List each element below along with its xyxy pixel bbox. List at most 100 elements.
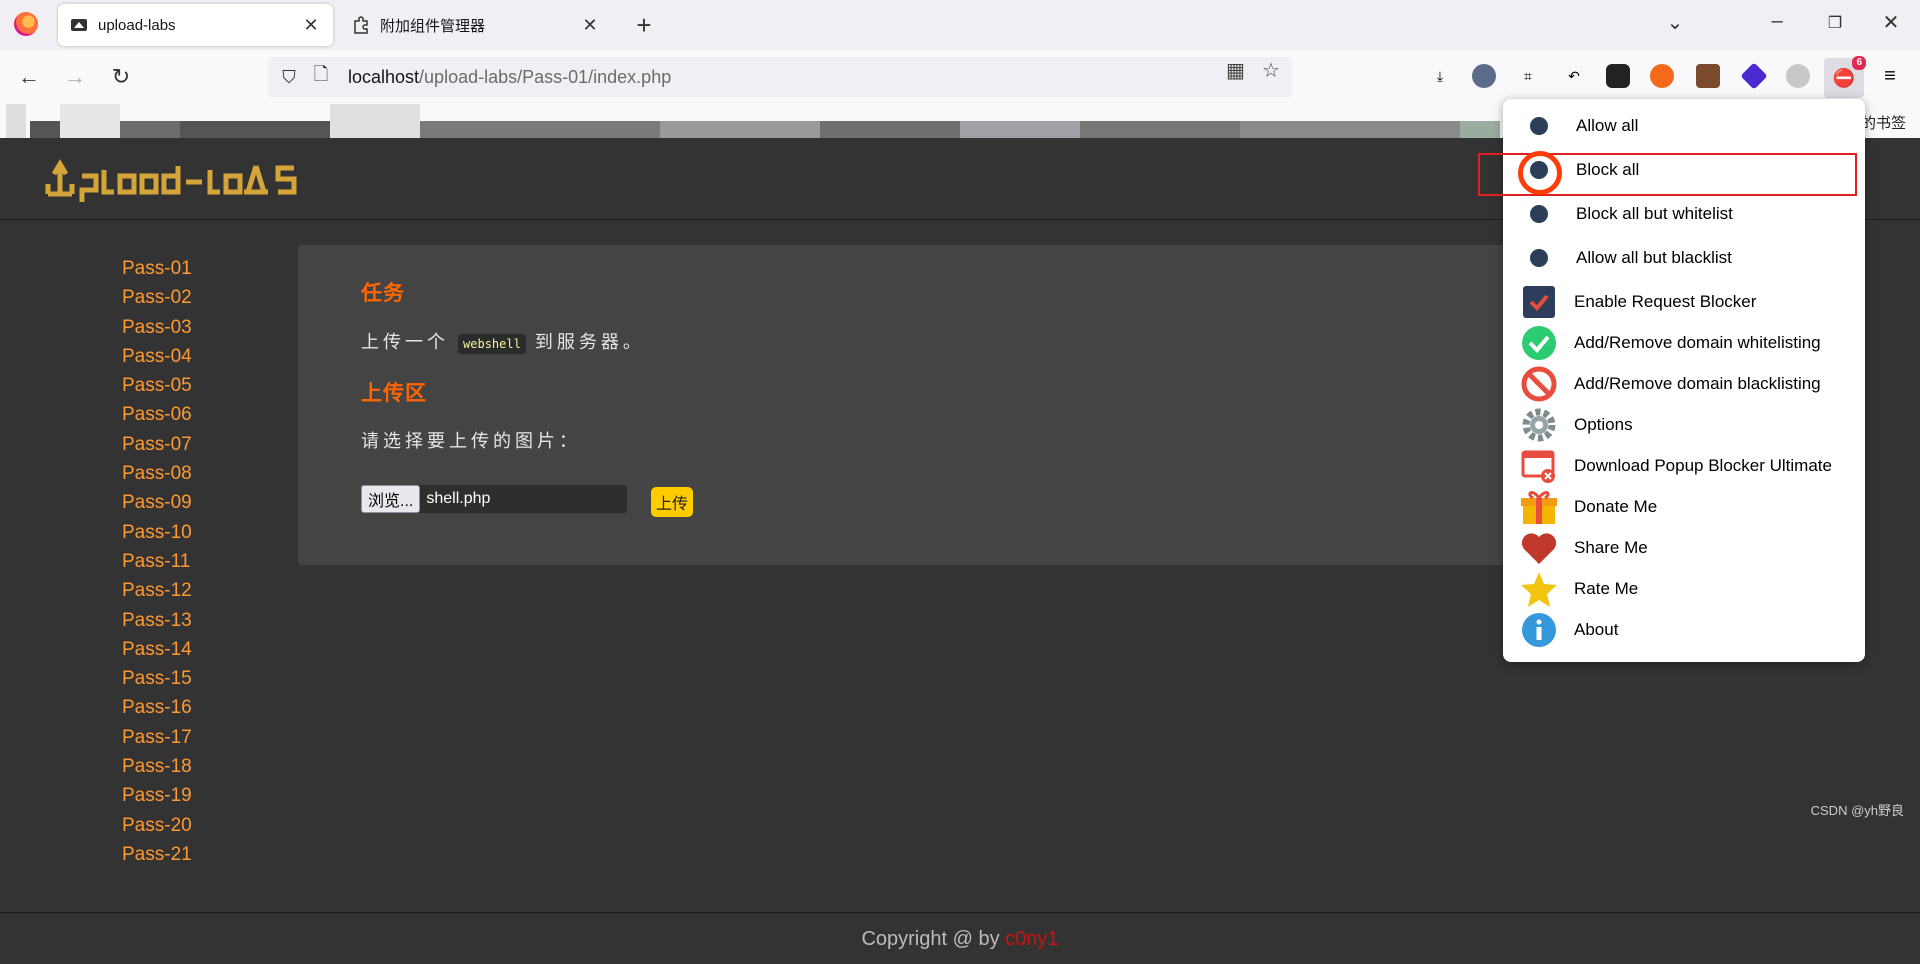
sidebar-item-pass-21[interactable]: Pass-21 <box>122 840 222 869</box>
upload-button[interactable]: 上传 <box>651 487 694 517</box>
popup-window-icon <box>1520 447 1558 485</box>
qr-code-icon[interactable]: ▦ <box>1226 58 1245 83</box>
tab-list-chevron-icon[interactable]: ⌄ <box>1660 10 1690 35</box>
sidebar-item-pass-12[interactable]: Pass-12 <box>122 576 222 605</box>
extension-grey-icon[interactable] <box>1786 64 1810 88</box>
radio-dot-icon <box>1530 249 1548 267</box>
menu-item-block-all-but-whitelist[interactable]: Block all but whitelist <box>1503 194 1865 234</box>
sidebar-item-pass-17[interactable]: Pass-17 <box>122 723 222 752</box>
tab-close-icon[interactable]: ✕ <box>580 15 600 36</box>
sidebar-item-pass-15[interactable]: Pass-15 <box>122 664 222 693</box>
sidebar-item-pass-20[interactable]: Pass-20 <box>122 811 222 840</box>
sidebar-item-pass-05[interactable]: Pass-05 <box>122 371 222 400</box>
back-button[interactable]: ← <box>14 64 44 90</box>
menu-item-donate-me[interactable]: Donate Me <box>1503 486 1865 527</box>
gift-icon <box>1520 488 1558 526</box>
menu-item-download-popup-blocker-ultimate[interactable]: Download Popup Blocker Ultimate <box>1503 445 1865 486</box>
menu-item-about[interactable]: About <box>1503 609 1865 650</box>
task-heading: 任务 <box>361 282 405 305</box>
sidebar-item-pass-11[interactable]: Pass-11 <box>122 547 222 576</box>
tab-upload-labs[interactable]: upload-labs ✕ <box>58 4 333 46</box>
extension-mask-icon[interactable] <box>1606 64 1630 88</box>
sidebar-item-pass-10[interactable]: Pass-10 <box>122 518 222 547</box>
sidebar-item-pass-08[interactable]: Pass-08 <box>122 459 222 488</box>
blurred-bookmark[interactable] <box>660 121 820 138</box>
firefox-logo-icon[interactable] <box>14 12 38 36</box>
pass-sidebar: Pass-01 Pass-02 Pass-03 Pass-04 Pass-05 … <box>122 254 222 869</box>
heart-icon <box>1520 529 1558 567</box>
sidebar-item-pass-02[interactable]: Pass-02 <box>122 283 222 312</box>
task-description: 上传一个 webshell 到服务器。 <box>361 328 645 354</box>
sidebar-item-pass-06[interactable]: Pass-06 <box>122 400 222 429</box>
new-tab-button[interactable]: + <box>630 10 658 41</box>
menu-item-domain-blacklisting[interactable]: Add/Remove domain blacklisting <box>1503 363 1865 404</box>
selected-file-name: shell.php <box>426 490 491 507</box>
upload-labs-favicon-icon <box>70 16 88 34</box>
extension-globe-icon[interactable] <box>1472 64 1496 88</box>
star-icon <box>1520 570 1558 608</box>
popup-blocker-icon: ⛔ <box>1832 67 1856 88</box>
sidebar-item-pass-04[interactable]: Pass-04 <box>122 342 222 371</box>
browse-button[interactable]: 浏览... <box>361 485 421 513</box>
task-panel: 任务 上传一个 webshell 到服务器。 上传区 请选择要上传的图片： 浏览… <box>298 245 1598 565</box>
blurred-bookmark[interactable] <box>1240 121 1460 138</box>
tab-addons-manager[interactable]: 附加组件管理器 ✕ <box>340 4 612 46</box>
gear-icon <box>1520 406 1558 444</box>
url-text[interactable]: localhost/upload-labs/Pass-01/index.php <box>348 67 671 88</box>
popup-blocker-extension-button[interactable]: ⛔ 6 <box>1824 56 1866 98</box>
sidebar-item-pass-13[interactable]: Pass-13 <box>122 606 222 635</box>
extension-avatar-icon[interactable] <box>1696 64 1720 88</box>
blurred-bookmark[interactable] <box>1080 121 1240 138</box>
sidebar-item-pass-07[interactable]: Pass-07 <box>122 430 222 459</box>
sidebar-item-pass-16[interactable]: Pass-16 <box>122 693 222 722</box>
sidebar-item-pass-14[interactable]: Pass-14 <box>122 635 222 664</box>
page-icon[interactable]: 🗋 <box>310 62 332 92</box>
crop-icon[interactable]: ⌗ <box>1516 64 1540 88</box>
hamburger-menu-icon[interactable]: ≡ <box>1878 64 1902 88</box>
download-icon[interactable]: ⤓ <box>1428 64 1452 88</box>
window-close-button[interactable]: ✕ <box>1876 10 1906 35</box>
menu-item-allow-all[interactable]: Allow all <box>1503 106 1865 146</box>
tab-title: upload-labs <box>98 16 176 34</box>
tab-title: 附加组件管理器 <box>380 17 486 35</box>
menu-item-enable-request-blocker[interactable]: Enable Request Blocker <box>1503 281 1865 322</box>
reload-button[interactable]: ↻ <box>106 64 136 90</box>
blurred-bookmark[interactable] <box>1460 121 1500 138</box>
task-prefix: 上传一个 <box>361 332 449 352</box>
copyright-text: Copyright @ by c0ny1 <box>861 928 1059 950</box>
sidebar-item-pass-01[interactable]: Pass-01 <box>122 254 222 283</box>
menu-item-options[interactable]: Options <box>1503 404 1865 445</box>
sidebar-item-pass-03[interactable]: Pass-03 <box>122 313 222 342</box>
minimize-button[interactable]: – <box>1762 10 1792 33</box>
blurred-bookmark[interactable] <box>330 104 420 138</box>
blurred-bookmark[interactable] <box>420 121 660 138</box>
extension-blocked-icon[interactable] <box>1650 64 1674 88</box>
blurred-bookmark[interactable] <box>6 104 26 138</box>
restore-button[interactable]: ❐ <box>1820 13 1850 33</box>
shield-icon[interactable]: ⛉ <box>278 67 300 88</box>
sidebar-item-pass-09[interactable]: Pass-09 <box>122 488 222 517</box>
sidebar-item-pass-18[interactable]: Pass-18 <box>122 752 222 781</box>
blurred-bookmark[interactable] <box>60 104 120 138</box>
menu-item-allow-all-but-blacklist[interactable]: Allow all but blacklist <box>1503 238 1865 278</box>
menu-item-share-me[interactable]: Share Me <box>1503 527 1865 568</box>
blurred-bookmark[interactable] <box>180 121 330 138</box>
undo-icon[interactable]: ↶ <box>1562 64 1586 88</box>
menu-item-rate-me[interactable]: Rate Me <box>1503 568 1865 609</box>
sidebar-item-pass-19[interactable]: Pass-19 <box>122 781 222 810</box>
blurred-bookmark[interactable] <box>120 121 180 138</box>
author-link[interactable]: c0ny1 <box>1005 928 1058 950</box>
tab-close-icon[interactable]: ✕ <box>301 15 321 36</box>
upload-prompt: 请选择要上传的图片： <box>361 431 581 451</box>
file-input[interactable]: 浏览... shell.php <box>361 485 627 513</box>
forward-button[interactable]: → <box>60 64 90 90</box>
menu-item-domain-whitelisting[interactable]: Add/Remove domain whitelisting <box>1503 322 1865 363</box>
other-bookmarks-label[interactable]: 的书签 <box>1861 112 1906 133</box>
bookmark-star-icon[interactable]: ☆ <box>1262 58 1280 83</box>
blurred-bookmark[interactable] <box>820 121 960 138</box>
green-check-icon <box>1520 324 1558 362</box>
blurred-bookmark[interactable] <box>30 121 60 138</box>
address-bar[interactable]: ⛉ 🗋 localhost/upload-labs/Pass-01/index.… <box>268 57 1292 97</box>
blurred-bookmark[interactable] <box>960 121 1080 138</box>
extension-diamond-icon[interactable] <box>1740 62 1768 90</box>
